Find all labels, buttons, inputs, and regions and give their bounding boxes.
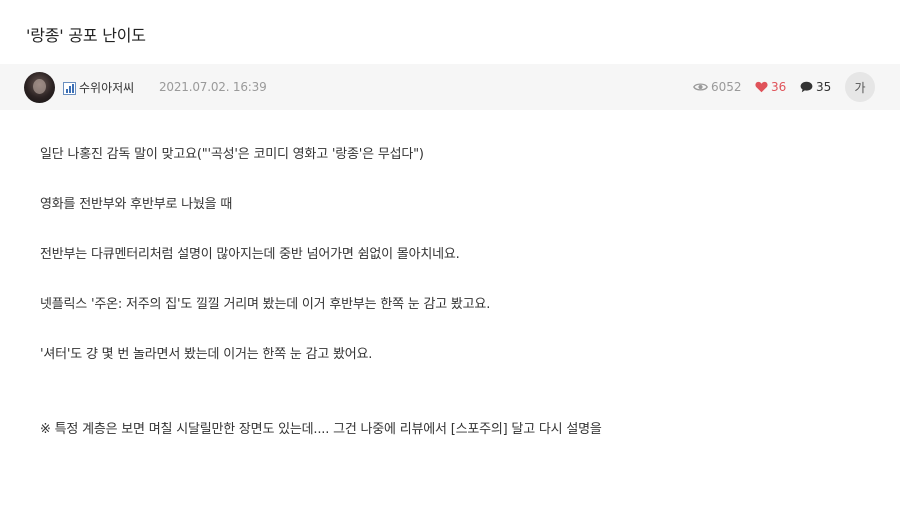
paragraph: '셔터'도 걍 몇 번 놀라면서 봤는데 이거는 한쪽 눈 감고 봤어요.: [40, 347, 373, 362]
view-count-value: 6052: [711, 80, 742, 94]
author-avatar[interactable]: [24, 72, 55, 103]
level-bar-icon: [63, 82, 76, 95]
paragraph: 전반부는 다큐멘터리처럼 설명이 많아지는데 중반 넘어가면 쉼없이 몰아치네요…: [40, 247, 460, 262]
font-size-button[interactable]: 가: [845, 72, 875, 102]
paragraph: 일단 나홍진 감독 말이 맞고요("'곡성'은 코미디 영화고 '랑종'은 무섭…: [40, 147, 424, 162]
heart-icon: [755, 81, 768, 93]
paragraph: 넷플릭스 '주온: 저주의 집'도 낄낄 거리며 봤는데 이거 후반부는 한쪽 …: [40, 297, 491, 312]
author-name[interactable]: 수위아저씨: [79, 79, 134, 96]
paragraph: 영화를 전반부와 후반부로 나눴을 때: [40, 197, 233, 212]
post-title: '랑종' 공포 난이도: [26, 26, 146, 45]
post-meta-bar: 수위아저씨 2021.07.02. 16:39 6052 36 35 가: [0, 64, 900, 110]
post-view: '랑종' 공포 난이도 수위아저씨 2021.07.02. 16:39 6052…: [0, 0, 900, 524]
post-date: 2021.07.02. 16:39: [159, 80, 267, 94]
paragraph: ※ 특정 계층은 보면 며칠 시달릴만한 장면도 있는데.... 그건 나중에 …: [40, 422, 602, 437]
like-count-value: 36: [771, 80, 787, 94]
speech-bubble-icon: [800, 81, 813, 93]
like-count[interactable]: 36: [755, 80, 786, 94]
avatar-face: [33, 79, 46, 94]
comment-count[interactable]: 35: [800, 80, 831, 94]
comment-count-value: 35: [816, 80, 832, 94]
eye-icon: [693, 83, 708, 91]
view-count: 6052: [693, 80, 742, 94]
title-bar: '랑종' 공포 난이도: [0, 0, 900, 64]
